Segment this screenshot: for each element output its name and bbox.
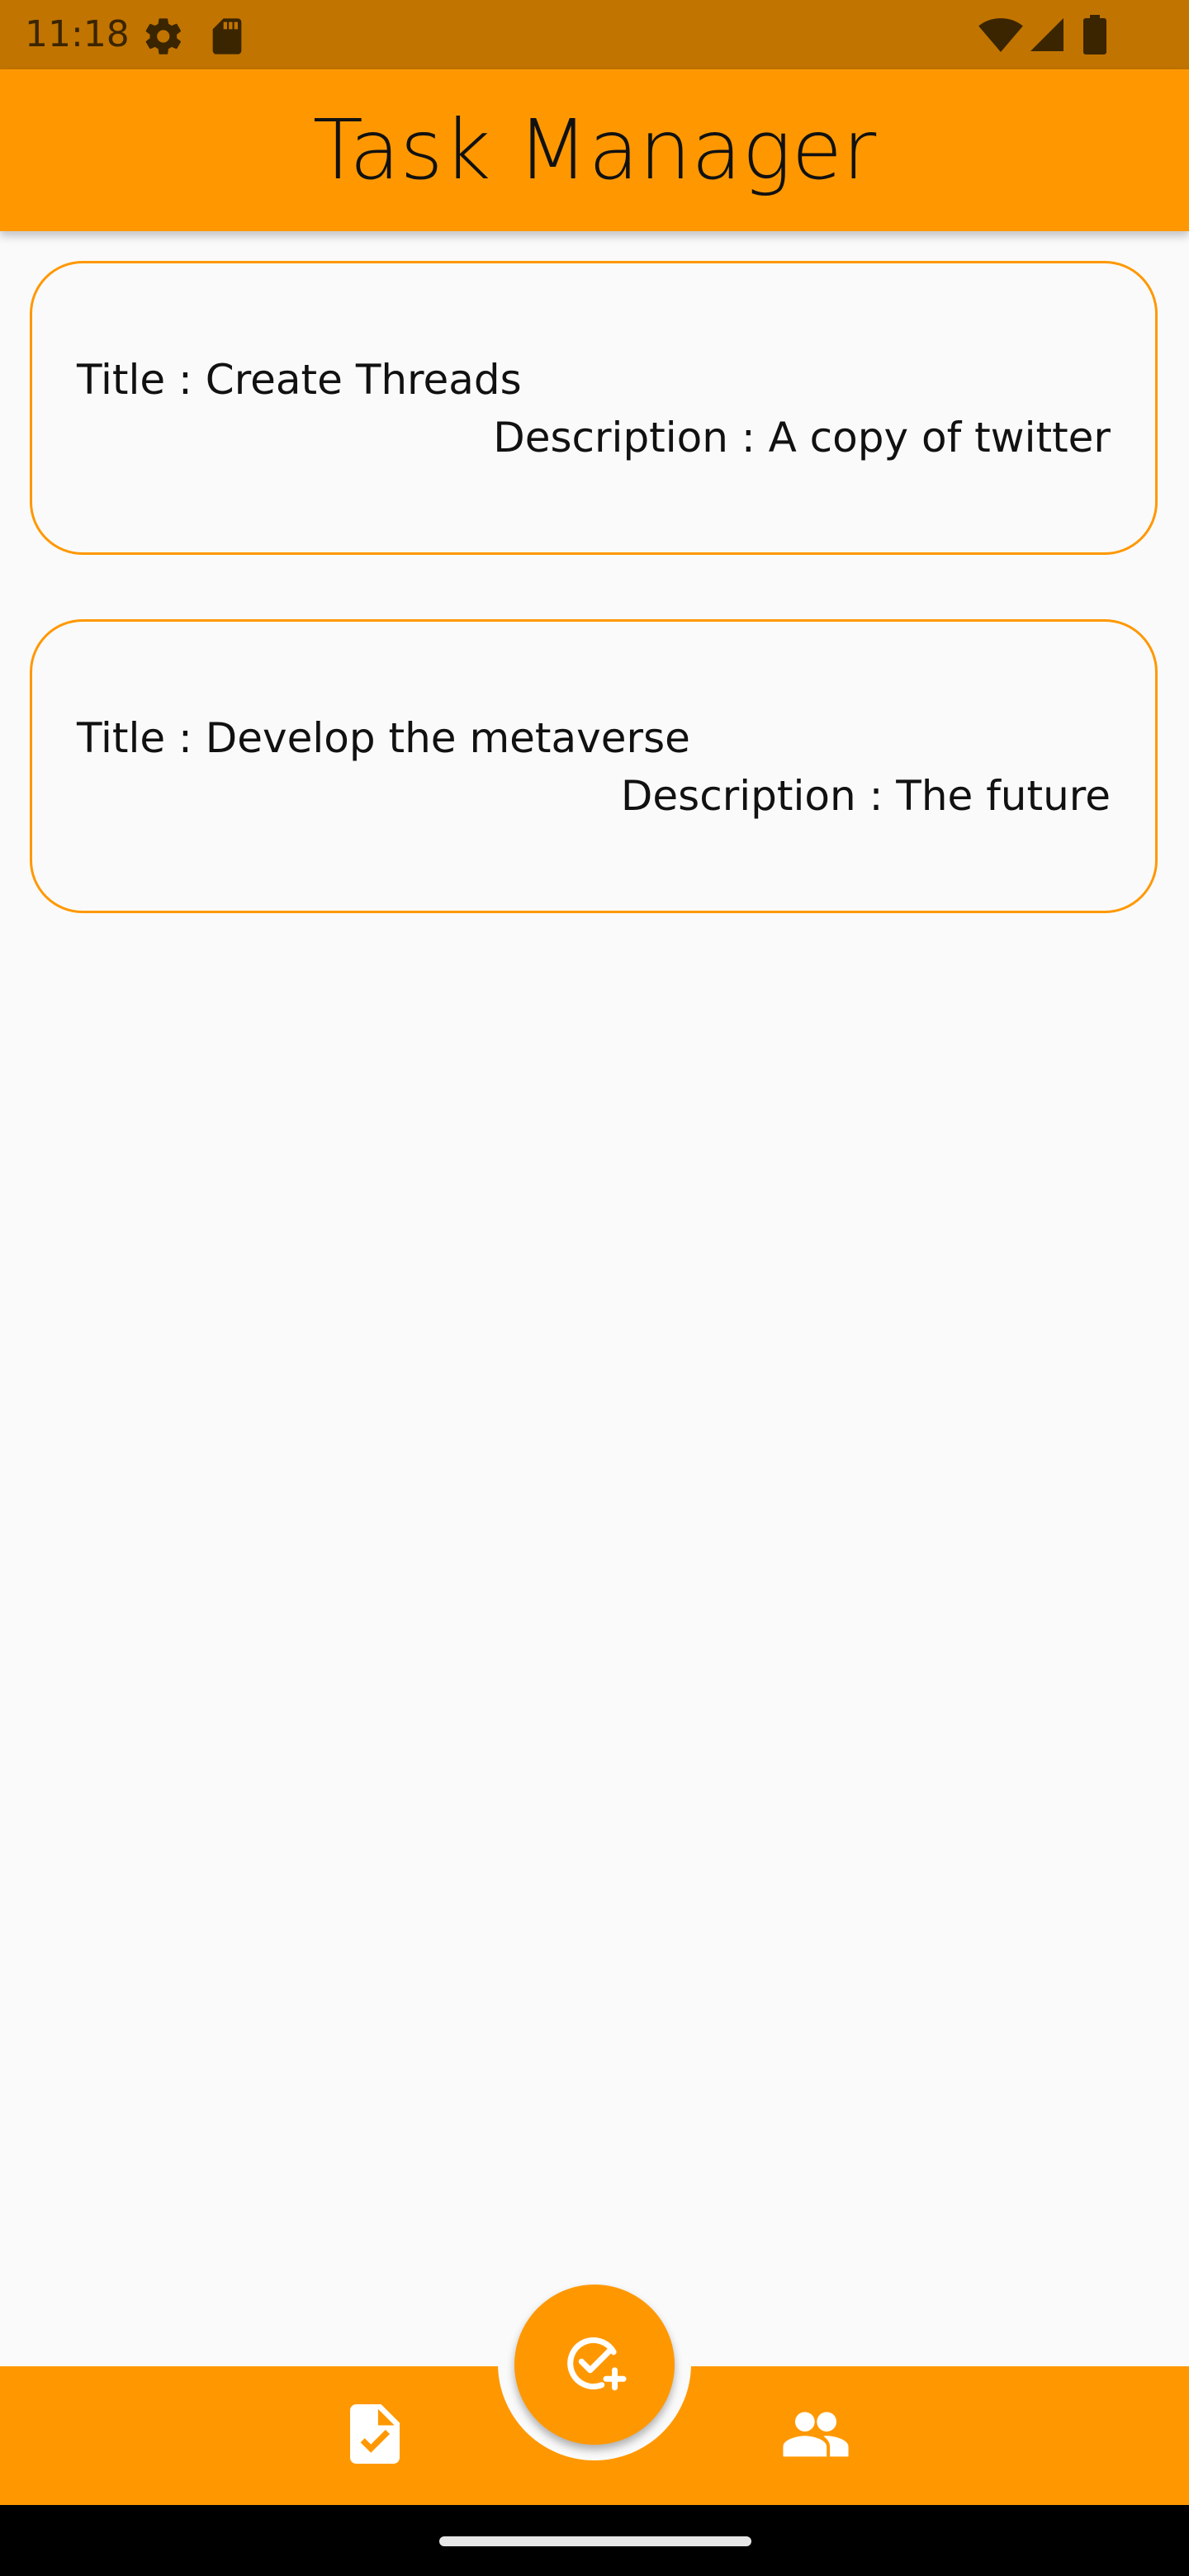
sd-card-icon	[208, 15, 246, 61]
people-icon	[783, 2411, 849, 2460]
task-description: Description : A copy of twitter	[493, 414, 1111, 462]
task-card[interactable]: Title : Create Threads Description : A c…	[30, 261, 1158, 555]
status-time: 11:18	[25, 13, 130, 55]
task-document-icon	[350, 2403, 400, 2468]
settings-gear-icon	[142, 15, 185, 61]
task-card[interactable]: Title : Develop the metaverse Descriptio…	[30, 619, 1158, 913]
app-bar: Task Manager	[0, 69, 1189, 231]
status-bar: 11:18	[0, 0, 1189, 69]
system-gesture-bar	[0, 2505, 1189, 2576]
task-title: Title : Create Threads	[77, 356, 522, 404]
wifi-icon	[978, 15, 1024, 58]
add-task-button[interactable]	[514, 2285, 675, 2445]
add-task-icon	[560, 2328, 629, 2401]
home-gesture-handle[interactable]	[439, 2536, 751, 2546]
task-title: Title : Develop the metaverse	[77, 714, 690, 762]
nav-tasks-button[interactable]	[317, 2378, 433, 2493]
page-title: Task Manager	[312, 102, 877, 198]
nav-people-button[interactable]	[758, 2378, 874, 2493]
task-description: Description : The future	[620, 772, 1111, 820]
battery-icon	[1083, 15, 1106, 58]
cell-signal-icon	[1027, 15, 1067, 58]
